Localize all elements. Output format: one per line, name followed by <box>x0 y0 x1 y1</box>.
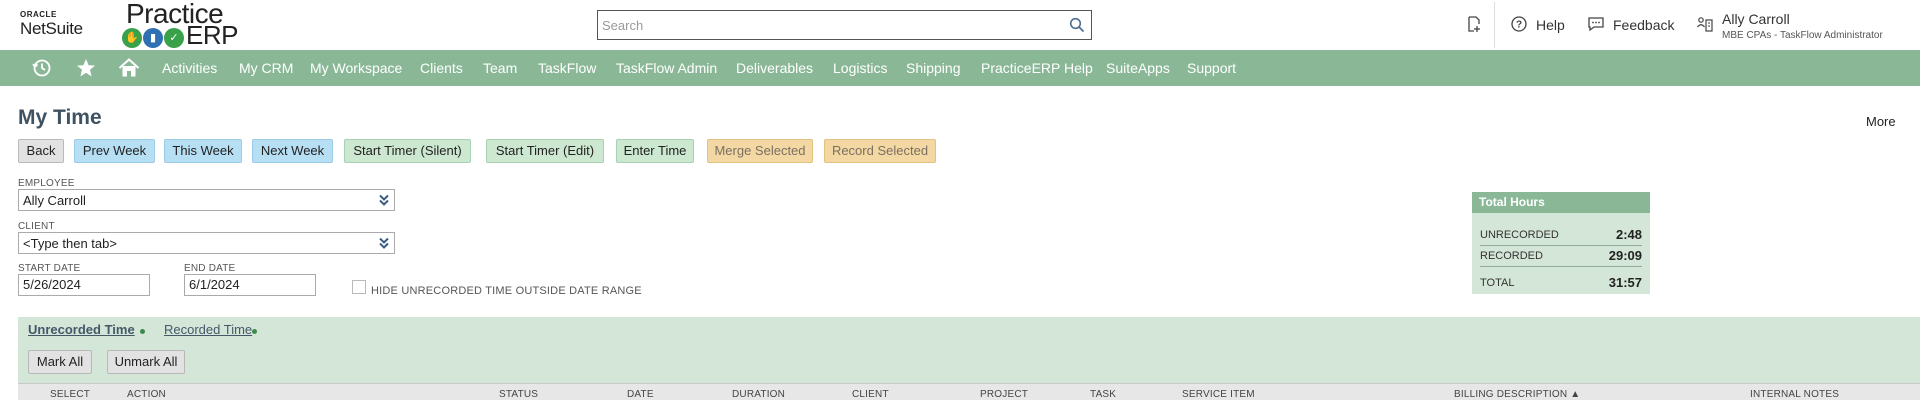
col-header-project[interactable]: PROJECT <box>980 389 1028 400</box>
help-icon[interactable]: ? <box>1510 15 1528 33</box>
unrecorded-hours-row: UNRECORDED 2:48 <box>1480 225 1642 245</box>
start-timer-edit-button[interactable]: Start Timer (Edit) <box>486 139 604 163</box>
enter-time-button[interactable]: Enter Time <box>616 139 694 163</box>
col-header-duration[interactable]: DURATION <box>732 389 785 400</box>
start-date-label: START DATE <box>18 263 81 274</box>
col-header-select[interactable]: SELECT <box>50 389 90 400</box>
logo-circle-hand-icon: ✋ <box>122 28 142 48</box>
logo-circle-check-icon: ✓ <box>164 28 184 48</box>
tab-recorded-time[interactable]: Recorded Time <box>164 322 252 337</box>
back-button[interactable]: Back <box>18 139 64 163</box>
unrecorded-hours-label: UNRECORDED <box>1480 229 1559 241</box>
search-icon[interactable] <box>1069 17 1085 33</box>
col-header-status[interactable]: STATUS <box>499 389 538 400</box>
unrecorded-hours-value: 2:48 <box>1615 227 1642 242</box>
user-org-icon[interactable] <box>1696 15 1714 33</box>
user-name[interactable]: Ally Carroll <box>1722 11 1790 27</box>
start-date-input[interactable]: 5/26/2024 <box>18 274 150 296</box>
nav-item-my-crm[interactable]: My CRM <box>239 60 293 76</box>
col-header-internal-notes[interactable]: INTERNAL NOTES <box>1750 389 1839 400</box>
employee-select[interactable]: Ally Carroll <box>18 189 395 211</box>
this-week-button[interactable]: This Week <box>164 139 242 163</box>
end-date-input[interactable]: 6/1/2024 <box>184 274 316 296</box>
hide-unrecorded-label: HIDE UNRECORDED TIME OUTSIDE DATE RANGE <box>371 285 642 297</box>
client-label: CLIENT <box>18 221 55 232</box>
double-chevron-down-icon[interactable] <box>377 193 391 207</box>
help-link[interactable]: Help <box>1536 17 1565 33</box>
oracle-label: ORACLE <box>20 10 57 19</box>
col-header-action[interactable]: ACTION <box>127 389 166 400</box>
total-hours-label: TOTAL <box>1480 277 1515 289</box>
total-hours-value: 31:57 <box>1608 275 1642 290</box>
feedback-link[interactable]: Feedback <box>1613 17 1674 33</box>
nav-item-suiteapps[interactable]: SuiteApps <box>1106 60 1170 76</box>
record-selected-button[interactable]: Record Selected <box>824 139 936 163</box>
prev-week-button[interactable]: Prev Week <box>74 139 155 163</box>
header-divider <box>1494 2 1495 48</box>
unrecorded-tab-indicator <box>140 329 145 334</box>
col-header-date[interactable]: DATE <box>627 389 654 400</box>
netsuite-label: NetSuite <box>20 19 83 38</box>
merge-selected-button[interactable]: Merge Selected <box>707 139 813 163</box>
total-hours-title: Total Hours <box>1472 192 1650 213</box>
col-header-billing-description[interactable]: BILLING DESCRIPTION ▲ <box>1454 389 1580 400</box>
nav-item-clients[interactable]: Clients <box>420 60 463 76</box>
home-icon[interactable] <box>118 58 140 78</box>
hide-unrecorded-checkbox[interactable] <box>352 280 366 294</box>
more-link[interactable]: More <box>1866 114 1896 129</box>
recorded-tab-indicator <box>252 329 257 334</box>
oracle-netsuite-logo[interactable]: ORACLE NetSuite <box>20 10 83 38</box>
user-role[interactable]: MBE CPAs - TaskFlow Administrator <box>1722 30 1883 41</box>
nav-item-team[interactable]: Team <box>483 60 517 76</box>
nav-item-taskflow-admin[interactable]: TaskFlow Admin <box>616 60 717 76</box>
employee-label: EMPLOYEE <box>18 178 75 189</box>
total-hours-row: TOTAL 31:57 <box>1480 273 1642 293</box>
erp-logo-text: ERP <box>186 20 238 50</box>
total-hours-separator <box>1480 266 1642 267</box>
nav-item-logistics[interactable]: Logistics <box>833 60 887 76</box>
double-chevron-down-icon[interactable] <box>377 236 391 250</box>
global-search <box>597 10 1092 40</box>
nav-item-my-workspace[interactable]: My Workspace <box>310 60 402 76</box>
total-hours-panel: Total Hours UNRECORDED 2:48 RECORDED 29:… <box>1472 192 1650 294</box>
recorded-hours-row: RECORDED 29:09 <box>1480 246 1642 266</box>
tab-unrecorded-time[interactable]: Unrecorded Time <box>28 322 135 337</box>
col-header-task[interactable]: TASK <box>1090 389 1116 400</box>
star-icon[interactable] <box>75 58 97 78</box>
client-select[interactable]: <Type then tab> <box>18 232 395 254</box>
nav-item-support[interactable]: Support <box>1187 60 1236 76</box>
nav-item-practiceerp-help[interactable]: PracticeERP Help <box>981 60 1093 76</box>
end-date-label: END DATE <box>184 263 236 274</box>
top-header: ORACLE NetSuite Practice ✋ ▮ ✓ ERP ? Hel… <box>0 0 1920 50</box>
svg-text:?: ? <box>1516 20 1522 31</box>
page-title: My Time <box>18 106 102 129</box>
search-input[interactable] <box>598 11 1058 39</box>
recorded-hours-value: 29:09 <box>1608 248 1642 263</box>
recent-history-icon[interactable] <box>31 58 53 78</box>
nav-item-deliverables[interactable]: Deliverables <box>736 60 813 76</box>
main-nav: Activities My CRM My Workspace Clients T… <box>0 50 1920 86</box>
nav-item-activities[interactable]: Activities <box>162 60 217 76</box>
unmark-all-button[interactable]: Unmark All <box>107 350 185 374</box>
table-header-row: SELECT ACTION STATUS DATE DURATION CLIEN… <box>18 383 1920 400</box>
subtab-bar <box>18 317 1920 342</box>
feedback-icon[interactable] <box>1587 15 1605 33</box>
logo-circle-document-icon: ▮ <box>143 28 163 48</box>
employee-value: Ally Carroll <box>23 193 86 208</box>
mark-all-button[interactable]: Mark All <box>28 350 92 374</box>
new-page-icon[interactable] <box>1465 15 1483 33</box>
col-header-client[interactable]: CLIENT <box>852 389 889 400</box>
start-timer-silent-button[interactable]: Start Timer (Silent) <box>344 139 471 163</box>
recorded-hours-label: RECORDED <box>1480 250 1543 262</box>
client-value: <Type then tab> <box>23 236 117 251</box>
nav-item-shipping[interactable]: Shipping <box>906 60 961 76</box>
nav-item-taskflow[interactable]: TaskFlow <box>538 60 596 76</box>
next-week-button[interactable]: Next Week <box>252 139 333 163</box>
practice-erp-logo[interactable]: Practice ✋ ▮ ✓ ERP <box>122 0 242 50</box>
col-header-service-item[interactable]: SERVICE ITEM <box>1182 389 1255 400</box>
